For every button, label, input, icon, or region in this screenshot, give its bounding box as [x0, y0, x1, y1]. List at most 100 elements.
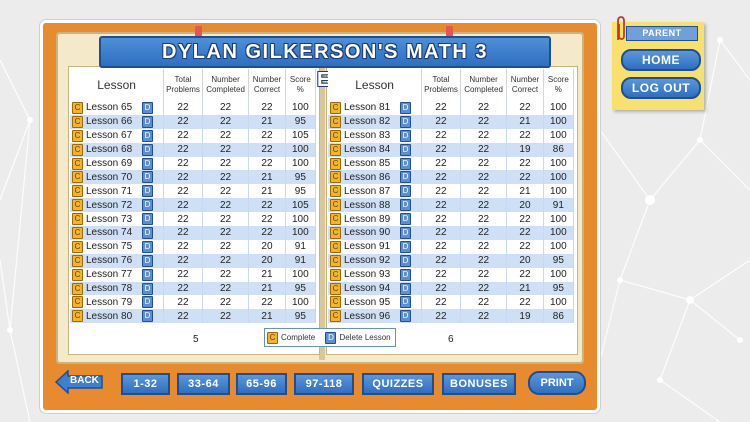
delete-icon[interactable]: D [400, 157, 411, 170]
complete-icon: C [267, 331, 278, 344]
complete-icon[interactable]: C [330, 254, 341, 267]
correct-cell: 22 [248, 142, 286, 157]
total-cell: 22 [163, 212, 203, 227]
delete-icon[interactable]: D [142, 199, 153, 212]
delete-icon[interactable]: D [400, 240, 411, 253]
complete-icon[interactable]: C [72, 185, 83, 198]
complete-icon[interactable]: C [330, 268, 341, 281]
delete-icon[interactable]: D [400, 254, 411, 267]
complete-icon[interactable]: C [72, 143, 83, 156]
delete-icon[interactable]: D [142, 143, 153, 156]
complete-icon[interactable]: C [330, 296, 341, 309]
tab-97-118[interactable]: 97-118 [294, 373, 354, 395]
column-header-score: Score% [543, 69, 575, 101]
delete-icon[interactable]: D [142, 282, 153, 295]
page-number-left: 5 [193, 334, 199, 345]
complete-icon[interactable]: C [72, 282, 83, 295]
delete-icon[interactable]: D [400, 213, 411, 226]
lesson-cell: C Lesson 84 D [328, 142, 423, 157]
complete-icon[interactable]: C [330, 143, 341, 156]
print-button[interactable]: PRINT [528, 371, 586, 395]
delete-icon[interactable]: D [142, 129, 153, 142]
complete-icon[interactable]: C [72, 171, 83, 184]
complete-icon[interactable]: C [330, 115, 341, 128]
complete-icon[interactable]: C [72, 129, 83, 142]
delete-icon[interactable]: D [142, 101, 153, 114]
tab-1-32[interactable]: 1-32 [121, 373, 170, 395]
delete-icon[interactable]: D [400, 199, 411, 212]
lesson-name: Lesson 95 [344, 296, 391, 308]
delete-icon[interactable]: D [400, 129, 411, 142]
back-button[interactable]: BACK [54, 369, 104, 395]
column-header-correct: Number Correct [248, 69, 286, 101]
delete-icon[interactable]: D [142, 254, 153, 267]
delete-icon[interactable]: D [142, 240, 153, 253]
complete-icon[interactable]: C [330, 240, 341, 253]
complete-icon[interactable]: C [330, 101, 341, 114]
tab-33-64[interactable]: 33-64 [177, 373, 230, 395]
delete-icon[interactable]: D [400, 143, 411, 156]
complete-icon[interactable]: C [72, 240, 83, 253]
complete-icon[interactable]: C [72, 213, 83, 226]
correct-cell: 21 [248, 267, 286, 282]
score-cell: 91 [285, 253, 317, 268]
complete-icon[interactable]: C [330, 199, 341, 212]
complete-icon[interactable]: C [330, 282, 341, 295]
complete-icon[interactable]: C [72, 226, 83, 239]
tab-65-96[interactable]: 65-96 [236, 373, 287, 395]
total-cell: 22 [421, 253, 461, 268]
complete-icon[interactable]: C [72, 199, 83, 212]
delete-icon[interactable]: D [400, 296, 411, 309]
delete-icon[interactable]: D [142, 268, 153, 281]
delete-icon[interactable]: D [142, 171, 153, 184]
tab-quizzes[interactable]: QUIZZES [362, 373, 434, 395]
table-row: C Lesson 82 D 22 22 21 100 [328, 114, 575, 129]
complete-icon[interactable]: C [72, 296, 83, 309]
correct-cell: 20 [506, 198, 544, 213]
lesson-name: Lesson 85 [344, 158, 391, 169]
complete-icon[interactable]: C [72, 310, 83, 323]
completed-cell: 22 [202, 267, 250, 282]
delete-icon[interactable]: D [400, 171, 411, 184]
completed-cell: 22 [202, 239, 250, 254]
complete-icon[interactable]: C [72, 101, 83, 114]
delete-icon[interactable]: D [142, 296, 153, 309]
complete-icon[interactable]: C [72, 157, 83, 170]
complete-icon[interactable]: C [72, 254, 83, 267]
delete-icon[interactable]: D [400, 268, 411, 281]
home-button[interactable]: HOME [621, 49, 701, 71]
complete-icon[interactable]: C [330, 157, 341, 170]
delete-icon[interactable]: D [142, 185, 153, 198]
delete-icon[interactable]: D [400, 101, 411, 114]
table-row: C Lesson 85 D 22 22 22 100 [328, 156, 575, 171]
complete-icon[interactable]: C [330, 226, 341, 239]
delete-icon[interactable]: D [142, 226, 153, 239]
delete-icon[interactable]: D [142, 310, 153, 323]
complete-icon[interactable]: C [330, 171, 341, 184]
delete-icon[interactable]: D [400, 185, 411, 198]
delete-icon[interactable]: D [400, 310, 411, 323]
table-row: C Lesson 80 D 22 22 21 95 [70, 309, 317, 324]
complete-icon[interactable]: C [330, 129, 341, 142]
score-cell: 100 [543, 295, 575, 310]
completed-cell: 22 [202, 170, 250, 185]
column-header-lesson: Lesson [328, 69, 423, 101]
delete-icon[interactable]: D [142, 213, 153, 226]
delete-icon[interactable]: D [400, 226, 411, 239]
total-cell: 22 [163, 267, 203, 282]
delete-icon[interactable]: D [400, 282, 411, 295]
total-cell: 22 [421, 114, 461, 129]
tab-bonuses[interactable]: BONUSES [442, 373, 516, 395]
logout-button[interactable]: LOG OUT [621, 77, 701, 99]
complete-icon[interactable]: C [72, 268, 83, 281]
column-header-total: Total Problems [421, 69, 461, 101]
complete-icon[interactable]: C [330, 213, 341, 226]
lesson-cell: C Lesson 95 D [328, 295, 423, 310]
score-cell: 100 [543, 170, 575, 185]
complete-icon[interactable]: C [330, 310, 341, 323]
delete-icon[interactable]: D [400, 115, 411, 128]
complete-icon[interactable]: C [72, 115, 83, 128]
delete-icon[interactable]: D [142, 115, 153, 128]
complete-icon[interactable]: C [330, 185, 341, 198]
delete-icon[interactable]: D [142, 157, 153, 170]
